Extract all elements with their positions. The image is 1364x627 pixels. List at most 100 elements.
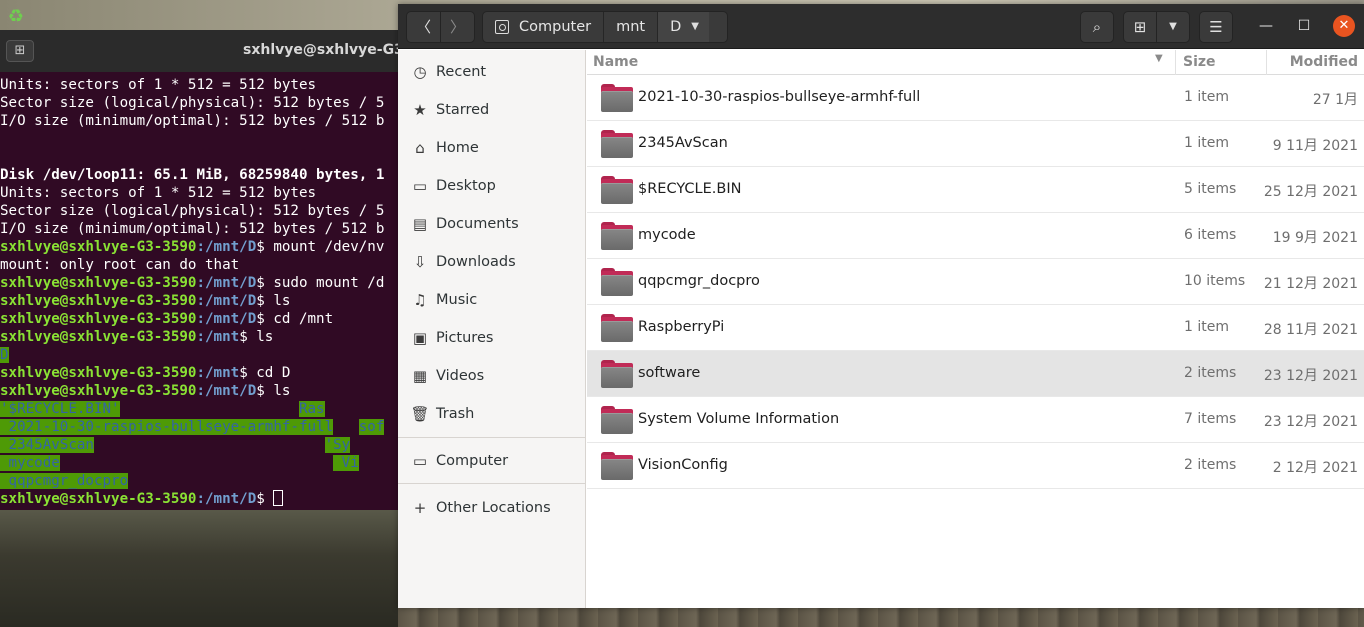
sidebar-item-trash[interactable]: 🗑 Trash xyxy=(398,396,586,432)
terminal-line: Units: sectors of 1 * 512 = 512 bytes xyxy=(0,184,400,202)
terminal-line: sxhlvye@sxhlvye-G3-3590:/mnt$ cd D xyxy=(0,364,400,382)
sidebar-item-documents[interactable]: ▤ Documents xyxy=(398,206,586,242)
view-options-button[interactable]: ▼ xyxy=(1156,11,1190,43)
terminal-line: I/O size (minimum/optimal): 512 bytes / … xyxy=(0,220,400,238)
column-modified[interactable]: Modified xyxy=(1290,54,1358,70)
file-row[interactable]: $RECYCLE.BIN 5 items 25 12月 2021 xyxy=(587,167,1364,213)
document-icon: ▤ xyxy=(412,215,428,233)
caret-down-icon: ▼ xyxy=(691,21,699,32)
terminal-line: Units: sectors of 1 * 512 = 512 bytes xyxy=(0,76,400,94)
ls-entry: D xyxy=(0,347,9,363)
prompt-path: :/mnt/D xyxy=(196,293,257,309)
terminal-line: sxhlvye@sxhlvye-G3-3590:/mnt/D$ mount /d… xyxy=(0,238,400,256)
file-modified: 27 1月 xyxy=(1312,92,1358,108)
wallpaper-lake xyxy=(0,508,398,627)
breadcrumb-label: Computer xyxy=(519,19,592,35)
sidebar-item-label: Pictures xyxy=(436,330,494,346)
file-row[interactable]: RaspberryPi 1 item 28 11月 2021 xyxy=(587,305,1364,351)
terminal-text: Sector size (logical/physical): 512 byte… xyxy=(0,95,385,111)
file-size: 1 item xyxy=(1184,89,1229,105)
terminal-text: Sector size (logical/physical): 512 byte… xyxy=(0,203,385,219)
sidebar-item-label: Desktop xyxy=(436,178,496,194)
new-tab-icon[interactable]: ⊞ xyxy=(6,40,34,62)
sidebar-item-computer[interactable]: ▭ Computer xyxy=(398,443,586,479)
close-button[interactable]: ✕ xyxy=(1333,15,1355,37)
prompt-command: $ xyxy=(256,491,274,507)
files-headerbar: 〈 〉 Computer mnt D ▼ ⌕ ⊞ ▼ ☰ — ☐ ✕ xyxy=(398,4,1364,49)
file-name: RaspberryPi xyxy=(638,319,725,335)
terminal-output[interactable]: Units: sectors of 1 * 512 = 512 bytes Sec… xyxy=(0,76,400,508)
sidebar-item-label: Home xyxy=(436,140,479,156)
wallpaper-deck xyxy=(398,608,1364,627)
folder-front xyxy=(601,459,633,480)
column-divider[interactable] xyxy=(1175,50,1176,75)
folder-front xyxy=(601,367,633,388)
chevron-right-icon: 〉 xyxy=(449,18,465,36)
sidebar-item-recent[interactable]: ◷ Recent xyxy=(398,54,586,90)
sidebar-item-home[interactable]: ⌂ Home xyxy=(398,130,586,166)
sidebar-item-pictures[interactable]: ▣ Pictures xyxy=(398,320,586,356)
file-name: 2345AvScan xyxy=(638,135,728,151)
sidebar-separator xyxy=(398,483,586,484)
sidebar-item-videos[interactable]: ▦ Videos xyxy=(398,358,586,394)
file-modified: 23 12月 2021 xyxy=(1263,368,1358,384)
folder-front xyxy=(601,413,633,434)
sidebar-item-downloads[interactable]: ⇩ Downloads xyxy=(398,244,586,280)
breadcrumb-computer[interactable]: Computer xyxy=(483,12,605,42)
column-size[interactable]: Size xyxy=(1183,54,1216,70)
file-row[interactable]: mycode 6 items 19 9月 2021 xyxy=(587,213,1364,259)
maximize-button[interactable]: ☐ xyxy=(1293,15,1315,37)
download-icon: ⇩ xyxy=(413,253,427,271)
file-size: 2 items xyxy=(1184,457,1237,473)
file-list[interactable]: Name ▼ Size Modified 2021-10-30-raspios-… xyxy=(587,50,1364,608)
breadcrumb-mnt[interactable]: mnt xyxy=(604,12,659,42)
terminal-line: '$RECYCLE.BIN' Ras xyxy=(0,400,400,418)
terminal-line: D xyxy=(0,346,400,364)
sidebar-item-label: Trash xyxy=(436,406,475,422)
sidebar-item-desktop[interactable]: ▭ Desktop xyxy=(398,168,586,204)
prompt-user: sxhlvye@sxhlvye-G3-3590 xyxy=(0,383,197,399)
forward-button[interactable]: 〉 xyxy=(440,11,475,43)
column-divider[interactable] xyxy=(1266,50,1267,75)
terminal-line: mount: only root can do that xyxy=(0,256,400,274)
terminal-text: Units: sectors of 1 * 512 = 512 bytes xyxy=(0,185,317,201)
breadcrumb-d[interactable]: D ▼ xyxy=(658,12,709,42)
search-button[interactable]: ⌕ xyxy=(1080,11,1114,43)
files-window[interactable]: 〈 〉 Computer mnt D ▼ ⌕ ⊞ ▼ ☰ — ☐ ✕ ◷ Rece… xyxy=(398,4,1364,608)
folder-icon xyxy=(601,268,633,296)
terminal-titlebar[interactable]: ⊞ sxhlvye@sxhlvye-G3-3 xyxy=(0,30,400,72)
ls-gap xyxy=(333,419,359,435)
view-toggle-button[interactable]: ⊞ xyxy=(1123,11,1157,43)
menu-button[interactable]: ☰ xyxy=(1199,11,1233,43)
caret-down-icon: ▼ xyxy=(1169,21,1177,32)
file-row[interactable]: System Volume Information 7 items 23 12月 2… xyxy=(587,397,1364,443)
file-row[interactable]: 2345AvScan 1 item 9 11月 2021 xyxy=(587,121,1364,167)
file-row[interactable]: VisionConfig 2 items 2 12月 2021 xyxy=(587,443,1364,489)
drive-icon xyxy=(495,20,509,34)
desktop-trash-icon[interactable]: ♻ xyxy=(4,6,28,28)
sidebar-item-label: Recent xyxy=(436,64,487,80)
terminal-line: I/O size (minimum/optimal): 512 bytes / … xyxy=(0,112,400,130)
prompt-path: :/mnt/D xyxy=(196,491,257,507)
file-row[interactable]: software 2 items 23 12月 2021 xyxy=(587,351,1364,397)
column-name[interactable]: Name xyxy=(593,54,638,70)
terminal-window[interactable]: ⊞ sxhlvye@sxhlvye-G3-3 Units: sectors of… xyxy=(0,30,400,510)
terminal-line: sxhlvye@sxhlvye-G3-3590:/mnt/D$ xyxy=(0,490,400,508)
trash-icon: 🗑 xyxy=(410,405,430,423)
star-icon: ★ xyxy=(413,101,427,119)
file-modified: 28 11月 2021 xyxy=(1263,322,1358,338)
sidebar-item-other-locations[interactable]: + Other Locations xyxy=(398,490,586,526)
back-button[interactable]: 〈 xyxy=(406,11,441,43)
prompt-user: sxhlvye@sxhlvye-G3-3590 xyxy=(0,365,197,381)
sidebar-item-starred[interactable]: ★ Starred xyxy=(398,92,586,128)
folder-icon xyxy=(601,222,633,250)
file-row[interactable]: 2021-10-30-raspios-bullseye-armhf-full 1 … xyxy=(587,75,1364,121)
file-row[interactable]: qqpcmgr_docpro 10 items 21 12月 2021 xyxy=(587,259,1364,305)
minimize-button[interactable]: — xyxy=(1255,15,1277,37)
terminal-line: sxhlvye@sxhlvye-G3-3590:/mnt/D$ cd /mnt xyxy=(0,310,400,328)
file-size: 7 items xyxy=(1184,411,1237,427)
ls-entry: 2345AvScan xyxy=(0,437,94,453)
sidebar-item-music[interactable]: ♫ Music xyxy=(398,282,586,318)
file-name: mycode xyxy=(638,227,696,243)
